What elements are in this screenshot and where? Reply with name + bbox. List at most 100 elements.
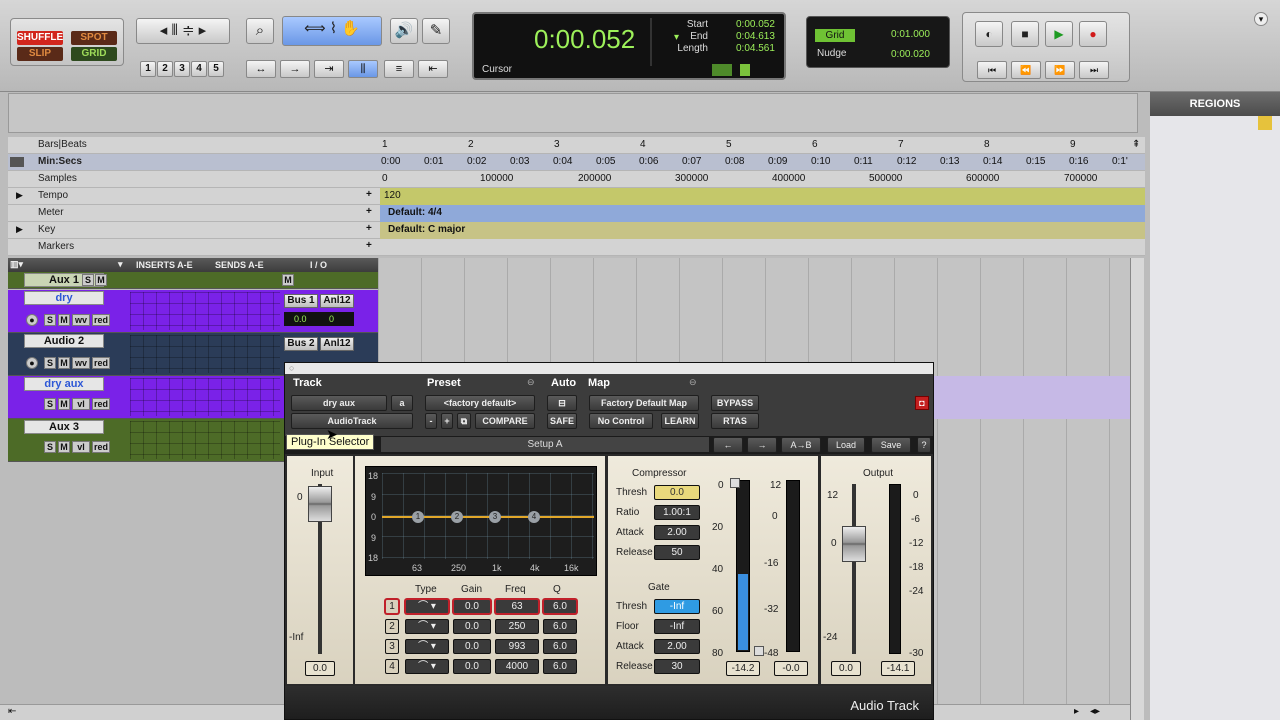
rewind-icon[interactable]: ⏪ bbox=[1011, 61, 1041, 79]
input-selector[interactable]: Bus 1 bbox=[284, 294, 318, 308]
comp-thresh-handle[interactable] bbox=[730, 478, 740, 488]
grid-label[interactable]: Grid bbox=[815, 29, 855, 42]
track-name[interactable]: dry bbox=[24, 291, 104, 305]
band-gain[interactable]: 0.0 bbox=[453, 639, 491, 654]
slip-mode-button[interactable]: SLIP bbox=[17, 47, 63, 61]
min-secs-ruler[interactable]: Min:Secs 0:00 0:01 0:02 0:03 0:04 0:05 0… bbox=[8, 154, 1145, 171]
volume-pan-readout[interactable]: 0.0 0 bbox=[284, 312, 354, 326]
scroll-left-icon[interactable]: ▸ bbox=[1074, 706, 1079, 717]
zoom-preset-2[interactable]: 2 bbox=[157, 61, 173, 77]
track-letter-selector[interactable]: a bbox=[391, 395, 413, 411]
copy-a-to-b-button[interactable]: A→B bbox=[781, 437, 821, 453]
insert-send-slots[interactable] bbox=[130, 378, 280, 416]
zoomer-tool-icon[interactable]: ⌕ bbox=[246, 18, 274, 44]
view-selector[interactable]: vl bbox=[72, 441, 90, 453]
help-button[interactable]: ? bbox=[917, 437, 931, 453]
band-gain[interactable]: 0.0 bbox=[453, 659, 491, 674]
band-enable-button[interactable]: 4 bbox=[385, 659, 399, 674]
band-freq[interactable]: 993 bbox=[495, 639, 539, 654]
trim-select-grabber-tools[interactable]: ⟺ ⌇ ✋ bbox=[282, 16, 382, 46]
gate-floor-value[interactable]: -Inf bbox=[654, 619, 700, 634]
gate-thresh-value[interactable]: -Inf bbox=[654, 599, 700, 614]
end-value[interactable]: 0:04.613 bbox=[736, 31, 775, 42]
zoom-preset-3[interactable]: 3 bbox=[174, 61, 190, 77]
previous-preset-button[interactable]: - bbox=[425, 413, 437, 429]
output-fader[interactable] bbox=[842, 526, 866, 562]
solo-button[interactable]: S bbox=[44, 357, 56, 369]
safe-button[interactable]: SAFE bbox=[547, 413, 577, 429]
comp-ratio-value[interactable]: 1.00:1 bbox=[654, 505, 700, 520]
link-track-edit-icon[interactable]: ⫼ bbox=[348, 60, 378, 78]
timebase-selector[interactable]: red bbox=[92, 441, 110, 453]
band-q[interactable]: 6.0 bbox=[543, 639, 577, 654]
target-icon[interactable]: ◘ bbox=[915, 396, 929, 410]
zoom-preset-5[interactable]: 5 bbox=[208, 61, 224, 77]
gate-thresh-handle[interactable] bbox=[754, 646, 764, 656]
control-selector[interactable]: No Control bbox=[589, 413, 653, 429]
add-tempo-icon[interactable]: + bbox=[366, 189, 372, 200]
track-list-menu-icon[interactable]: ▾ bbox=[118, 259, 123, 270]
key-ruler[interactable]: ▶ Key + Default: C major bbox=[8, 222, 1145, 239]
key-value[interactable]: Default: C major bbox=[388, 224, 465, 235]
record-icon[interactable]: ● bbox=[1079, 21, 1107, 47]
length-value[interactable]: 0:04.561 bbox=[736, 43, 775, 54]
mute-button[interactable]: M bbox=[58, 398, 70, 410]
band-type-selector[interactable]: ⌒ ▾ bbox=[405, 599, 449, 614]
toolbar-menu-icon[interactable]: ▾ bbox=[1254, 12, 1268, 26]
band-q[interactable]: 6.0 bbox=[543, 619, 577, 634]
shuffle-mode-button[interactable]: SHUFFLE bbox=[17, 31, 63, 45]
eq-band-handle[interactable]: 3 bbox=[489, 511, 501, 523]
insertion-follows-icon[interactable]: ⇥ bbox=[314, 60, 344, 78]
go-to-end-icon[interactable]: ⏭ bbox=[1079, 61, 1109, 79]
plugin-selector[interactable]: AudioTrack bbox=[291, 413, 413, 429]
input-value[interactable]: 0.0 bbox=[305, 661, 335, 676]
timebase-selector[interactable]: red bbox=[92, 314, 110, 326]
mirror-midi-icon[interactable]: ≡ bbox=[384, 60, 414, 78]
view-selector[interactable]: vl bbox=[72, 398, 90, 410]
meter-ruler[interactable]: Meter + Default: 4/4 bbox=[8, 205, 1145, 222]
add-marker-icon[interactable]: + bbox=[366, 240, 372, 251]
output-selector[interactable]: Anl12 bbox=[320, 337, 354, 351]
mute-button[interactable]: M bbox=[58, 441, 70, 453]
automation-follows-icon[interactable]: ⇤ bbox=[418, 60, 448, 78]
stop-icon[interactable]: ■ bbox=[1011, 21, 1039, 47]
mute-button[interactable]: M bbox=[58, 314, 70, 326]
volume-value[interactable]: 0.0 bbox=[294, 314, 307, 324]
eq-band-handle[interactable]: 1 bbox=[412, 511, 424, 523]
track-list-scrollbar[interactable]: ⇤ bbox=[0, 704, 284, 720]
zoom-preset-1[interactable]: 1 bbox=[140, 61, 156, 77]
meter-value[interactable]: Default: 4/4 bbox=[388, 207, 442, 218]
band-type-selector[interactable]: ⌒ ▾ bbox=[405, 659, 449, 674]
spot-mode-button[interactable]: SPOT bbox=[71, 31, 117, 45]
band-gain[interactable]: 0.0 bbox=[453, 619, 491, 634]
undo-arrow-icon[interactable]: ← bbox=[713, 437, 743, 453]
comp-attack-value[interactable]: 2.00 bbox=[654, 525, 700, 540]
band-enable-button[interactable]: 3 bbox=[385, 639, 399, 654]
regions-menu-icon[interactable] bbox=[1258, 116, 1272, 130]
map-selector[interactable]: Factory Default Map bbox=[589, 395, 699, 411]
band-type-selector[interactable]: ⌒ ▾ bbox=[405, 639, 449, 654]
timebase-selector[interactable]: red bbox=[92, 398, 110, 410]
key-lane[interactable]: Default: C major bbox=[380, 222, 1145, 239]
tab-to-transient-icon[interactable]: ↔ bbox=[246, 60, 276, 78]
vertical-scrollbar[interactable] bbox=[1130, 258, 1144, 720]
scroll-zoom-icon[interactable]: ◂▸ bbox=[1090, 706, 1100, 717]
insert-send-slots[interactable] bbox=[130, 335, 280, 373]
band-enable-button[interactable]: 2 bbox=[385, 619, 399, 634]
view-selector[interactable]: wv bbox=[72, 357, 90, 369]
timebase-selector[interactable]: red bbox=[92, 357, 110, 369]
gate-attack-value[interactable]: 2.00 bbox=[654, 639, 700, 654]
universe-view[interactable] bbox=[8, 93, 1138, 133]
band-freq[interactable]: 4000 bbox=[495, 659, 539, 674]
gate-release-value[interactable]: 30 bbox=[654, 659, 700, 674]
markers-ruler[interactable]: Markers + bbox=[8, 239, 1145, 256]
mute-button[interactable]: M bbox=[282, 274, 294, 286]
solo-button[interactable]: S bbox=[44, 398, 56, 410]
band-q[interactable]: 6.0 bbox=[543, 599, 577, 614]
pan-value[interactable]: 0 bbox=[329, 314, 334, 324]
mute-button[interactable]: M bbox=[95, 274, 107, 286]
expand-key-icon[interactable]: ▶ bbox=[16, 224, 23, 235]
view-selector[interactable]: wv bbox=[72, 314, 90, 326]
track-name[interactable]: dry aux bbox=[24, 377, 104, 391]
solo-button[interactable]: S bbox=[44, 314, 56, 326]
